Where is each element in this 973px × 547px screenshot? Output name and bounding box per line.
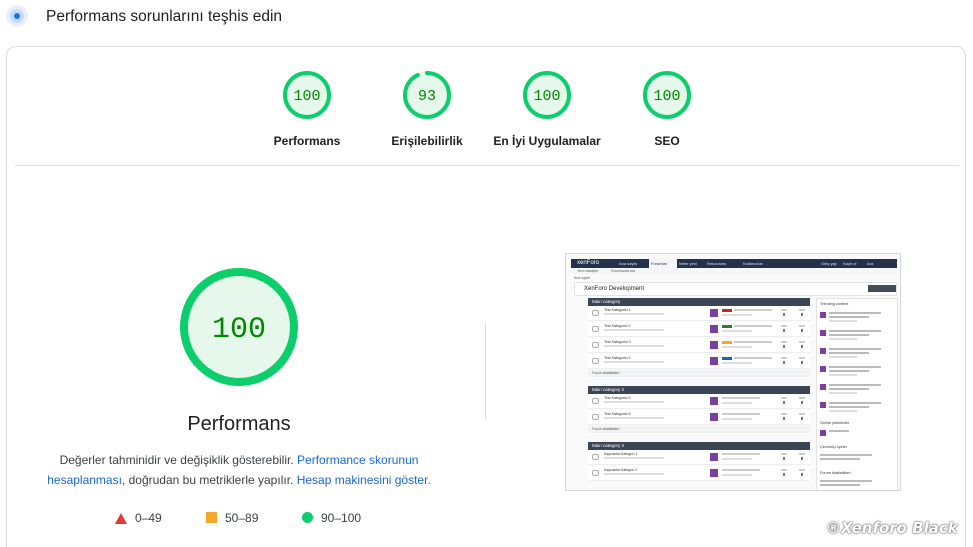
thumb-forum-row: Test Kategorisi 5 xyxy=(588,394,810,409)
gauge-accessibility-ring: 93 xyxy=(403,71,451,119)
thumb-category-header: Main category 2 xyxy=(588,386,810,394)
gauge-performance-score: 100 xyxy=(293,88,320,105)
score-description: Değerler tahminidir ve değişiklik göster… xyxy=(39,451,439,490)
thumb-category-name: Main category 3 xyxy=(592,443,625,448)
thumb-forum-name: Kaynaklar Kategori 2 xyxy=(604,468,638,472)
thumb-forum-name: Test Kategorisi 3 xyxy=(604,340,631,344)
thumb-subnav-item: Forumlarda ara xyxy=(611,269,635,273)
square-icon xyxy=(206,512,217,523)
thumb-forum-row: Kaynaklar Kategori 2 xyxy=(588,466,810,481)
thumb-sidebar-item xyxy=(820,365,894,379)
thumb-sidebar-item xyxy=(820,453,894,467)
thumb-forum-row: Test Kategorisi 6 xyxy=(588,410,810,425)
circle-icon xyxy=(302,512,313,523)
gauge-seo-score: 100 xyxy=(653,88,680,105)
thumb-category-footer: Forum istatistikleri xyxy=(588,426,810,433)
gauge-accessibility-score: 93 xyxy=(418,88,436,105)
gauge-best-practices-score: 100 xyxy=(533,88,560,105)
thumb-nav-item: Ara xyxy=(867,261,874,266)
thumb-category-name: Main category 2 xyxy=(592,387,625,392)
thumb-footer-text: Forum istatistikleri xyxy=(592,427,620,431)
thumb-forum-name: Test Kategorisi 5 xyxy=(604,396,631,400)
thumb-category-header: Main category xyxy=(588,298,810,306)
calculator-link[interactable]: Hesap makinesini göster. xyxy=(297,473,431,487)
thumb-nav-item: Resources xyxy=(707,261,727,266)
thumb-nav-item: Giriş yap xyxy=(821,261,837,266)
thumb-forum-row: Test Kategorisi 3 xyxy=(588,338,810,353)
thumb-sidebar-item xyxy=(820,479,894,490)
thumb-forum-row: Test Kategorisi 1 xyxy=(588,306,810,321)
thumb-footer-text: Forum istatistikleri xyxy=(592,371,620,375)
gauge-seo-ring: 100 xyxy=(643,71,691,119)
thumb-forum-list: Main category Test Kategorisi 1 Test Kat… xyxy=(588,298,810,490)
thumb-category-footer: Forum istatistikleri xyxy=(588,370,810,377)
final-screenshot-thumbnail[interactable]: xenForo Ana sayfa Forumlar Neler yeni Re… xyxy=(565,253,901,491)
thumb-new-post-button xyxy=(868,285,896,292)
legend-fail-range: 0–49 xyxy=(135,511,162,525)
section-title: Performans sorunlarını teşhis edin xyxy=(46,8,283,25)
thumb-sidebar: Trending content Online yöneticiler Çevr… xyxy=(816,298,898,490)
thumb-nav-item: Ana sayfa xyxy=(619,261,637,266)
thumb-logo: xenForo xyxy=(577,260,600,266)
thumb-sidebar-heading: Forum istatistikleri xyxy=(820,471,851,475)
vertical-separator xyxy=(485,323,486,419)
main-score: 100 xyxy=(212,313,266,347)
thumb-nav-item: Kayıt ol xyxy=(843,261,857,266)
report-card: 100 Performans 93 Erişilebilirlik 100 En… xyxy=(6,46,966,547)
triangle-icon xyxy=(115,513,127,524)
performance-main-gauge: 100 xyxy=(180,268,298,386)
main-category-title: Performans xyxy=(187,413,291,435)
thumb-sidebar-item xyxy=(820,311,894,325)
desc-prefix: Değerler tahminidir ve değişiklik göster… xyxy=(59,453,294,467)
thumb-forum-name: Test Kategorisi 1 xyxy=(604,308,631,312)
thumb-forum-name: Test Kategorisi 6 xyxy=(604,412,631,416)
thumb-nav-item: Neler yeni xyxy=(679,261,698,266)
legend-pass-range: 90–100 xyxy=(321,511,362,525)
thumb-sidebar-item xyxy=(820,383,894,397)
thumb-page-title: XenForo Development xyxy=(584,286,645,292)
thumb-sidebar-item xyxy=(820,347,894,361)
thumb-forum-row: Test Kategorisi 4 xyxy=(588,354,810,369)
watermark: ®Xenforo Black xyxy=(826,519,958,537)
thumb-navbar: xenForo Ana sayfa Forumlar Neler yeni Re… xyxy=(571,259,897,268)
section-header: Performans sorunlarını teşhis edin xyxy=(0,0,973,36)
gauge-performance-ring: 100 xyxy=(283,71,331,119)
gauge-divider xyxy=(15,165,959,166)
thumb-forum-name: Test Kategorisi 2 xyxy=(604,324,631,328)
category-gauges: 100 Performans 93 Erişilebilirlik 100 En… xyxy=(7,47,967,167)
thumb-nav-item: Forumlar xyxy=(651,261,668,266)
thumb-sidebar-heading: Trending content xyxy=(820,302,849,306)
thumb-forum-name: Test Kategorisi 4 xyxy=(604,356,631,360)
thumb-sidebar-item xyxy=(820,329,894,343)
thumb-subnav: Yeni mesajlar Forumlarda ara xyxy=(571,268,897,274)
thumb-forum-row: Kaynaklar Kategori 1 xyxy=(588,450,810,465)
thumb-sidebar-item xyxy=(820,401,894,415)
thumb-forum-name: Kaynaklar Kategori 1 xyxy=(604,452,638,456)
lighthouse-icon xyxy=(6,5,28,27)
thumb-forum-row: Test Kategorisi 2 xyxy=(588,322,810,337)
thumb-sidebar-item xyxy=(820,429,894,443)
gauge-seo[interactable]: 100 SEO xyxy=(587,69,747,148)
thumb-breadcrumb: Ana sayfa xyxy=(574,276,590,280)
desc-middle: , doğrudan bu metriklerle yapılır. xyxy=(121,472,294,487)
legend-average-range: 50–89 xyxy=(225,511,259,525)
thumb-nav-item: Kullanıcılar xyxy=(743,261,763,266)
thumb-sidebar-heading: Çevrimiçi üyeler xyxy=(820,445,848,449)
thumb-category-name: Main category xyxy=(592,299,621,304)
gauge-best-practices-ring: 100 xyxy=(523,71,571,119)
thumb-sidebar-heading: Online yöneticiler xyxy=(820,421,850,425)
gauge-seo-label: SEO xyxy=(654,134,680,148)
thumb-category-header: Main category 3 xyxy=(588,442,810,450)
thumb-subnav-item: Yeni mesajlar xyxy=(577,269,598,273)
